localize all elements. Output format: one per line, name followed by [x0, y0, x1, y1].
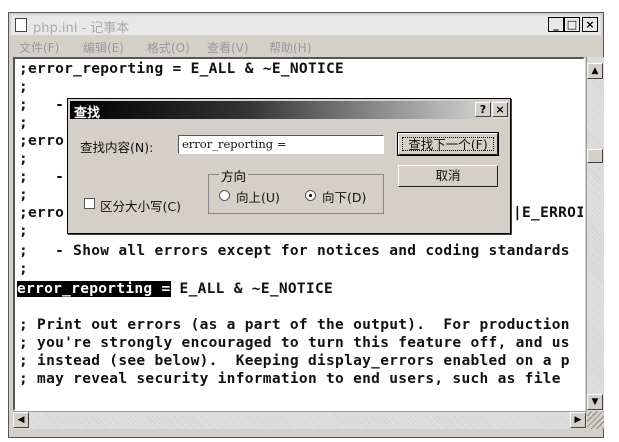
find-dialog-title: 查找 [74, 106, 101, 121]
scroll-left-button[interactable]: ◀ [13, 412, 29, 428]
text-line: ; may reveal security information to end… [19, 371, 561, 387]
text-line: ;erro [19, 205, 65, 221]
scroll-up-button[interactable]: ▲ [587, 63, 603, 79]
close-button[interactable]: × [582, 17, 598, 32]
text-line: ;erro [19, 133, 65, 149]
direction-up-radio[interactable] [219, 190, 230, 201]
find-what-input[interactable]: error_reporting = [178, 135, 384, 154]
window-title: php.ini - 记事本 [33, 21, 130, 36]
text-line: ; [19, 115, 29, 131]
text-line: ; [19, 151, 29, 167]
find-dialog: 查找 ? × 查找内容(N): error_reporting = 查找下一个(… [67, 98, 511, 234]
direction-down-radio[interactable] [305, 190, 316, 201]
help-button[interactable]: ? [475, 102, 491, 117]
menu-help[interactable]: 帮助(H) [269, 39, 311, 56]
vertical-scrollbar[interactable]: ▲ ▼ [586, 57, 604, 413]
menu-file[interactable]: 文件(F) [19, 39, 59, 56]
text-line: ; [19, 223, 29, 239]
text-line: ;error_reporting = E_ALL & ~E_NOTICE [19, 61, 345, 77]
direction-down-label: 向下(D) [322, 190, 367, 205]
match-case-checkbox[interactable] [84, 198, 95, 209]
dialog-close-button[interactable]: × [492, 102, 508, 117]
text-line: ; - [19, 169, 65, 185]
text-line: ; instead (see below). Keeping display_e… [19, 353, 570, 369]
highlighted-line: error_reporting = E_ALL & ~E_NOTICE [17, 281, 333, 297]
text-line: ; - Show all errors except for notices a… [19, 243, 570, 259]
maximize-button[interactable]: □ [564, 17, 580, 32]
direction-group: 方向 向上(U) 向下(D) [208, 166, 384, 214]
title-bar[interactable]: php.ini - 记事本 _ □ × [11, 15, 601, 36]
text-line: ; [19, 79, 29, 95]
size-grip[interactable] [587, 411, 604, 429]
menu-view[interactable]: 查看(V) [207, 39, 249, 56]
text-line: ; - [19, 97, 65, 113]
find-next-button[interactable]: 查找下一个(F) [397, 132, 499, 156]
cancel-button[interactable]: 取消 [398, 165, 498, 187]
menu-bar: 文件(F) 编辑(E) 格式(O) 查看(V) 帮助(H) [11, 37, 601, 55]
menu-format[interactable]: 格式(O) [147, 39, 190, 56]
highlighted-line-rest: E_ALL & ~E_NOTICE [170, 281, 334, 297]
find-dialog-title-bar[interactable]: 查找 ? × [70, 101, 508, 121]
text-line: ; [19, 261, 29, 277]
text-line: ; you're strongly encouraged to turn thi… [19, 335, 570, 351]
text-line: ; [19, 187, 29, 203]
match-case-label: 区分大小写(C) [100, 199, 181, 214]
find-next-label: 查找下一个(F) [402, 137, 494, 152]
text-line-fragment: |E_ERROI [513, 205, 585, 221]
scroll-down-button[interactable]: ▼ [587, 394, 603, 410]
find-what-label: 查找内容(N): [80, 140, 154, 155]
horizontal-scrollbar[interactable]: ◀ ▶ [13, 411, 587, 429]
direction-up-label: 向上(U) [236, 190, 280, 205]
text-line: ; Print out errors (as a part of the out… [19, 317, 570, 333]
menu-edit[interactable]: 编辑(E) [83, 39, 124, 56]
notepad-icon [15, 18, 27, 32]
scroll-right-button[interactable]: ▶ [570, 412, 586, 428]
minimize-button[interactable]: _ [548, 17, 564, 32]
direction-group-label: 方向 [219, 166, 249, 185]
search-match-highlight: error_reporting = [17, 281, 171, 297]
vertical-scroll-thumb[interactable] [587, 149, 603, 163]
